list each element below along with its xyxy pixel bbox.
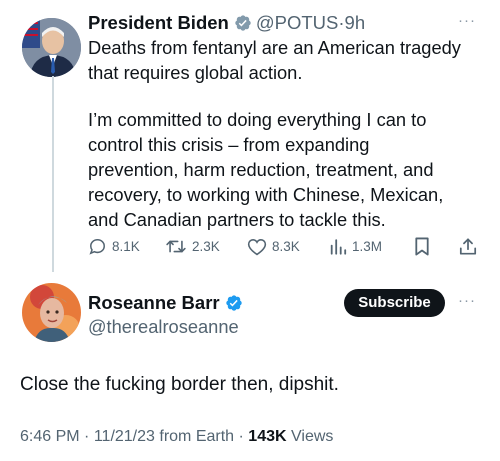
reply-views-label: Views bbox=[291, 428, 334, 445]
avatar-president-biden[interactable] bbox=[22, 18, 81, 77]
share-icon bbox=[459, 237, 477, 256]
tweet-text-line: and Canadian partners to tackle this. bbox=[88, 209, 386, 230]
reply-metadata: 6:46 PM · 11/21/23 from Earth · 143K Vie… bbox=[20, 428, 334, 445]
repost-button[interactable]: 2.3K bbox=[165, 233, 220, 259]
tweet-text-line: prevention, harm reduction, treatment, a… bbox=[88, 159, 434, 180]
reply-count: 8.1K bbox=[112, 238, 140, 254]
verified-badge-icon bbox=[234, 14, 252, 37]
bookmark-button[interactable] bbox=[414, 233, 430, 259]
thread-connector-line bbox=[52, 76, 54, 272]
tweet-text-line: recovery, to working with Chinese, Mexic… bbox=[88, 184, 444, 205]
tweet-text-line: Deaths from fentanyl are an American tra… bbox=[88, 37, 461, 58]
views-button[interactable]: 1.3M bbox=[329, 233, 382, 259]
reply-author-handle[interactable]: @therealroseanne bbox=[88, 316, 239, 338]
reply-views-count: 143K bbox=[248, 428, 287, 445]
reply-button[interactable]: 8.1K bbox=[88, 233, 140, 259]
tweet-time[interactable]: 9h bbox=[345, 12, 366, 33]
reply-author-name[interactable]: Roseanne Barr bbox=[88, 292, 220, 313]
reply-date[interactable]: 11/21/23 bbox=[94, 428, 155, 445]
like-button[interactable]: 8.3K bbox=[247, 233, 300, 259]
views-icon bbox=[329, 237, 347, 256]
tweet-text-line: control this crisis – from expanding bbox=[88, 134, 370, 155]
share-button[interactable] bbox=[459, 233, 477, 259]
reply-source: from Earth bbox=[159, 428, 235, 445]
avatar-roseanne-barr[interactable] bbox=[22, 283, 81, 342]
reply-author-line: Roseanne Barr bbox=[88, 292, 247, 317]
like-count: 8.3K bbox=[272, 238, 300, 254]
author-name[interactable]: President Biden bbox=[88, 12, 229, 33]
author-handle[interactable]: @POTUS bbox=[256, 12, 339, 33]
like-icon bbox=[247, 237, 267, 256]
tweet-header: President Biden @POTUS·9h bbox=[88, 12, 365, 37]
tweet-text-line: I’m committed to doing everything I can … bbox=[88, 109, 427, 130]
reply-icon bbox=[88, 237, 107, 256]
views-count: 1.3M bbox=[352, 238, 383, 254]
more-icon[interactable]: ··· bbox=[458, 292, 476, 309]
tweet-text-line: that requires global action. bbox=[88, 62, 303, 83]
reply-text: Close the fucking border then, dipshit. bbox=[20, 374, 339, 395]
bookmark-icon bbox=[414, 237, 430, 256]
repost-count: 2.3K bbox=[192, 238, 220, 254]
subscribe-button[interactable]: Subscribe bbox=[344, 289, 445, 317]
tweet-action-bar: 8.1K 2.3K 8.3K 1.3M bbox=[88, 233, 488, 259]
more-icon[interactable]: ··· bbox=[458, 12, 476, 29]
repost-icon bbox=[165, 237, 187, 256]
verified-badge-icon bbox=[225, 294, 243, 317]
reply-time[interactable]: 6:46 PM bbox=[20, 428, 80, 445]
